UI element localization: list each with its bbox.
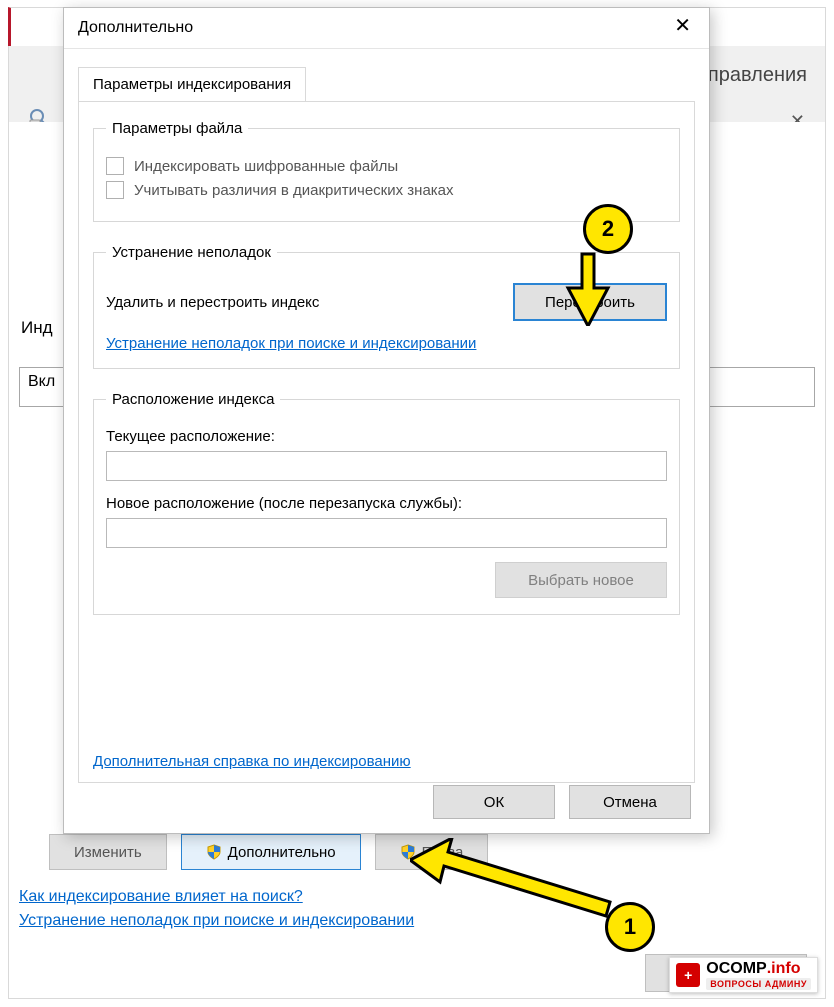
rebuild-button[interactable]: Перестроить bbox=[513, 283, 667, 321]
tab-content: Параметры файла Индексировать шифрованны… bbox=[78, 101, 695, 783]
advanced-options-dialog: Дополнительно ✕ Параметры индексирования… bbox=[63, 7, 710, 834]
rebuild-index-label: Удалить и перестроить индекс bbox=[106, 294, 319, 311]
file-settings-group: Параметры файла Индексировать шифрованны… bbox=[93, 120, 680, 222]
dialog-titlebar: Дополнительно ✕ bbox=[64, 8, 709, 49]
ok-button[interactable]: ОК bbox=[433, 785, 555, 819]
checkbox-icon bbox=[106, 181, 124, 199]
current-location-field bbox=[106, 451, 667, 481]
index-location-group: Расположение индекса Текущее расположени… bbox=[93, 391, 680, 615]
dialog-title: Дополнительно bbox=[78, 19, 193, 37]
troubleshoot-search-link[interactable]: Устранение неполадок при поиске и индекс… bbox=[19, 912, 414, 930]
modify-button[interactable]: Изменить bbox=[49, 834, 167, 870]
how-indexing-affects-link[interactable]: Как индексирование влияет на поиск? bbox=[19, 888, 414, 906]
new-location-field bbox=[106, 518, 667, 548]
current-location-label: Текущее расположение: bbox=[106, 428, 667, 445]
troubleshoot-link[interactable]: Устранение неполадок при поиске и индекс… bbox=[106, 335, 476, 352]
site-watermark: + OCOMP.info ВОПРОСЫ АДМИНУ bbox=[669, 957, 818, 993]
annotation-badge-2: 2 bbox=[583, 204, 633, 254]
uac-shield-icon bbox=[400, 844, 416, 860]
indexing-help-link[interactable]: Дополнительная справка по индексированию bbox=[93, 753, 411, 770]
cancel-button[interactable]: Отмена bbox=[569, 785, 691, 819]
index-encrypted-checkbox[interactable]: Индексировать шифрованные файлы bbox=[106, 157, 667, 175]
indexed-count-label-fragment: Инд bbox=[21, 318, 53, 338]
select-new-button[interactable]: Выбрать новое bbox=[495, 562, 667, 598]
pause-button[interactable]: Пауза bbox=[375, 834, 489, 870]
checkbox-icon bbox=[106, 157, 124, 175]
troubleshooting-group: Устранение неполадок Удалить и перестрои… bbox=[93, 244, 680, 369]
new-location-label: Новое расположение (после перезапуска сл… bbox=[106, 495, 667, 512]
uac-shield-icon bbox=[206, 844, 222, 860]
close-icon[interactable]: ✕ bbox=[664, 14, 701, 38]
plus-icon: + bbox=[676, 963, 700, 987]
annotation-badge-1: 1 bbox=[605, 902, 655, 952]
file-settings-legend: Параметры файла bbox=[106, 120, 248, 137]
troubleshooting-legend: Устранение неполадок bbox=[106, 244, 277, 261]
index-location-legend: Расположение индекса bbox=[106, 391, 280, 408]
diacritics-checkbox[interactable]: Учитывать различия в диакритических знак… bbox=[106, 181, 667, 199]
tab-index-settings[interactable]: Параметры индексирования bbox=[78, 67, 306, 101]
advanced-button[interactable]: Дополнительно bbox=[181, 834, 361, 870]
